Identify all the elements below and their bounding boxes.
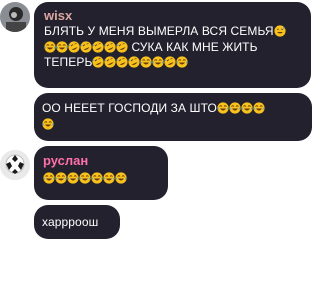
message-bubble-ruslan-followup: харрроош bbox=[34, 205, 120, 239]
joy-emoji bbox=[56, 40, 68, 53]
rofl-emoji bbox=[80, 40, 92, 53]
joy-emoji bbox=[152, 56, 165, 68]
sweat-smile-emoji bbox=[274, 25, 286, 37]
rofl-emoji bbox=[68, 40, 80, 53]
rofl-emoji bbox=[128, 56, 141, 68]
joy-emoji bbox=[253, 102, 265, 114]
joy-emoji bbox=[140, 56, 153, 68]
message-bubble-followup: ОО НЕЕЕТ ГОСПОДИ ЗА ШТО bbox=[34, 93, 312, 141]
message-line-3: ТЕПЕРЬ bbox=[44, 55, 303, 71]
rofl-emoji bbox=[116, 40, 128, 53]
rofl-emoji bbox=[104, 56, 117, 68]
rofl-emoji bbox=[104, 40, 116, 53]
avatar-ruslan[interactable] bbox=[0, 150, 30, 180]
joy-emoji bbox=[79, 172, 91, 184]
message-line-2 bbox=[42, 117, 304, 133]
joy-emoji bbox=[91, 172, 103, 184]
joy-emoji bbox=[55, 172, 67, 184]
message-text: харрроош bbox=[42, 215, 99, 229]
rofl-emoji bbox=[164, 56, 177, 68]
author-name[interactable]: wisx bbox=[44, 8, 303, 23]
joy-emoji bbox=[67, 172, 79, 184]
joy-emoji bbox=[44, 40, 56, 53]
joy-emoji bbox=[241, 102, 253, 114]
message-line-1 bbox=[43, 171, 160, 187]
joy-emoji bbox=[115, 172, 127, 184]
message-line-2: СУКА КАК МНЕ ЖИТЬ bbox=[44, 40, 303, 56]
message-text: БЛЯТЬ У МЕНЯ ВЫМЕРЛА ВСЯ СЕМЬЯ bbox=[44, 24, 274, 38]
message-line-1: харрроош bbox=[42, 215, 112, 231]
message-line-1: ОО НЕЕЕТ ГОСПОДИ ЗА ШТО bbox=[42, 101, 304, 117]
message-line-1: БЛЯТЬ У МЕНЯ ВЫМЕРЛА ВСЯ СЕМЬЯ bbox=[44, 24, 303, 40]
rofl-emoji bbox=[92, 56, 105, 68]
author-name[interactable]: руслан bbox=[43, 153, 160, 168]
message-text: ОО НЕЕЕТ ГОСПОДИ ЗА ШТО bbox=[42, 101, 217, 115]
joy-emoji bbox=[217, 102, 229, 114]
rofl-emoji bbox=[116, 56, 129, 68]
joy-emoji bbox=[103, 172, 115, 184]
joy-emoji bbox=[43, 172, 55, 184]
joy-emoji bbox=[229, 102, 241, 114]
message-text: СУКА КАК МНЕ ЖИТЬ bbox=[131, 39, 258, 54]
message-bubble-wisx: wisx БЛЯТЬ У МЕНЯ ВЫМЕРЛА ВСЯ СЕМЬЯ СУКА… bbox=[34, 2, 311, 88]
message-bubble-ruslan: руслан bbox=[34, 146, 168, 200]
rofl-emoji bbox=[92, 40, 104, 53]
joy-emoji bbox=[176, 56, 189, 68]
joy-emoji bbox=[42, 117, 54, 130]
message-text: ТЕПЕРЬ bbox=[44, 55, 93, 69]
avatar-wisx[interactable] bbox=[0, 2, 30, 32]
